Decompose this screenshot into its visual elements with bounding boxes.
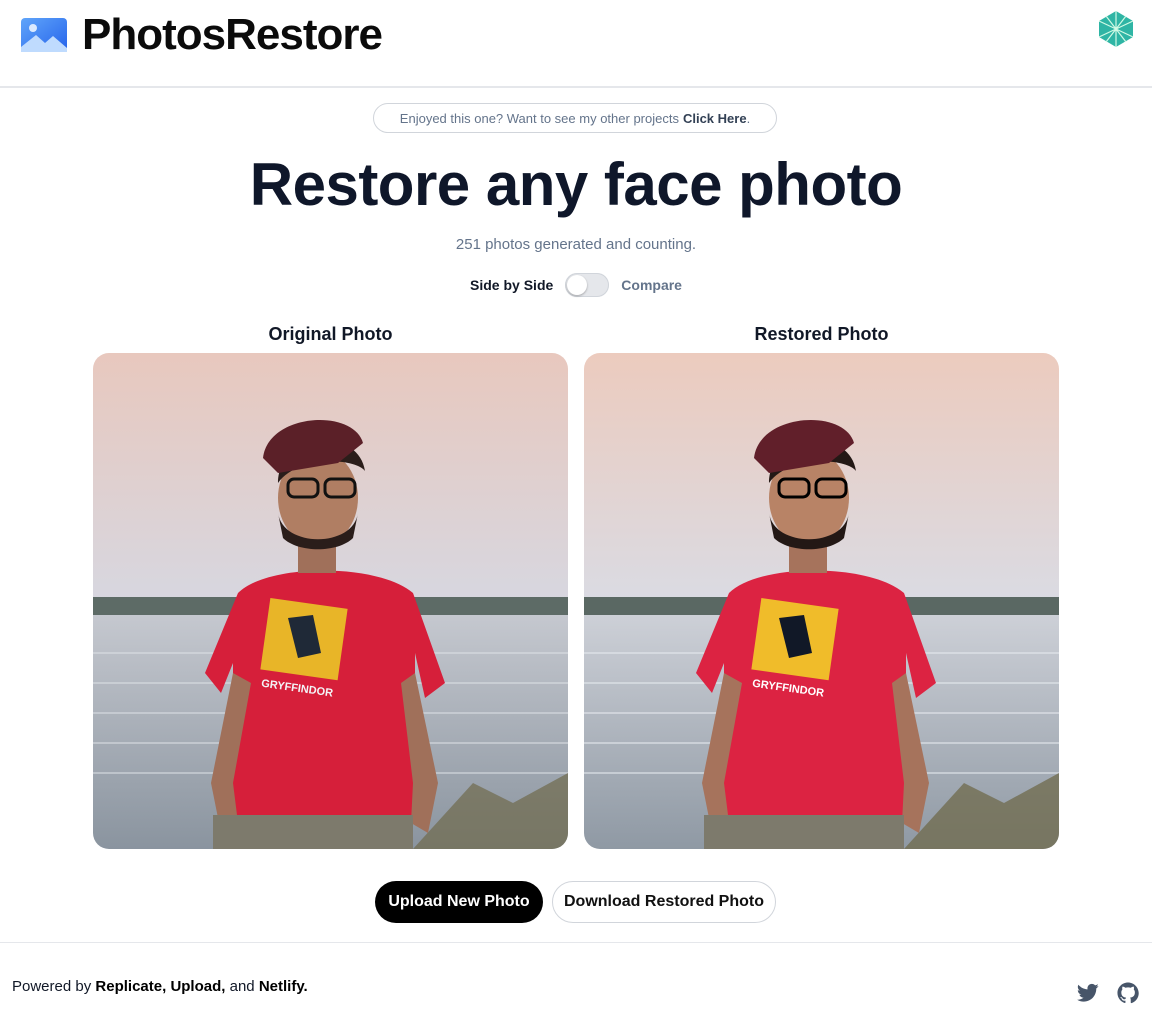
restored-photo: GRYFFINDOR	[584, 353, 1059, 849]
promo-link[interactable]: Click Here	[683, 111, 747, 126]
side-by-side-label[interactable]: Side by Side	[470, 277, 553, 293]
footer-prefix: Powered by	[12, 978, 92, 995]
page-title: Restore any face photo	[249, 151, 903, 218]
upload-new-photo-button[interactable]: Upload New Photo	[375, 881, 543, 923]
image-icon	[21, 18, 67, 52]
netlify-link[interactable]: Netlify.	[259, 978, 308, 995]
github-icon[interactable]	[1117, 982, 1139, 1004]
photo-count: 251 photos generated and counting.	[455, 236, 697, 253]
promo-suffix: .	[746, 110, 751, 126]
switch-knob	[567, 275, 588, 295]
download-restored-photo-button[interactable]: Download Restored Photo	[552, 881, 776, 923]
view-mode-toggle: Side by Side Compare	[0, 273, 1152, 297]
restored-photo-label: Restored Photo	[754, 324, 889, 344]
footer-credits: Powered by Replicate, Upload, and Netlif…	[12, 978, 308, 995]
netlify-icon[interactable]	[1096, 9, 1136, 49]
projects-promo-banner[interactable]: Enjoyed this one? Want to see my other p…	[373, 103, 777, 133]
promo-text: Enjoyed this one? Want to see my other p…	[399, 110, 679, 126]
view-mode-switch[interactable]	[565, 273, 610, 297]
site-header: PhotosRestore	[0, 0, 1152, 88]
brand-name: PhotosRestore	[82, 10, 383, 59]
original-photo-label: Original Photo	[268, 324, 393, 344]
logo-link[interactable]: PhotosRestore	[20, 10, 383, 60]
upload-link[interactable]: Upload,	[170, 978, 225, 995]
compare-label[interactable]: Compare	[621, 277, 682, 293]
footer-divider	[0, 942, 1152, 943]
original-photo: GRYFFINDOR	[93, 353, 568, 849]
footer-conj: and	[229, 978, 255, 995]
twitter-icon[interactable]	[1077, 983, 1099, 1003]
replicate-link[interactable]: Replicate,	[95, 978, 166, 995]
